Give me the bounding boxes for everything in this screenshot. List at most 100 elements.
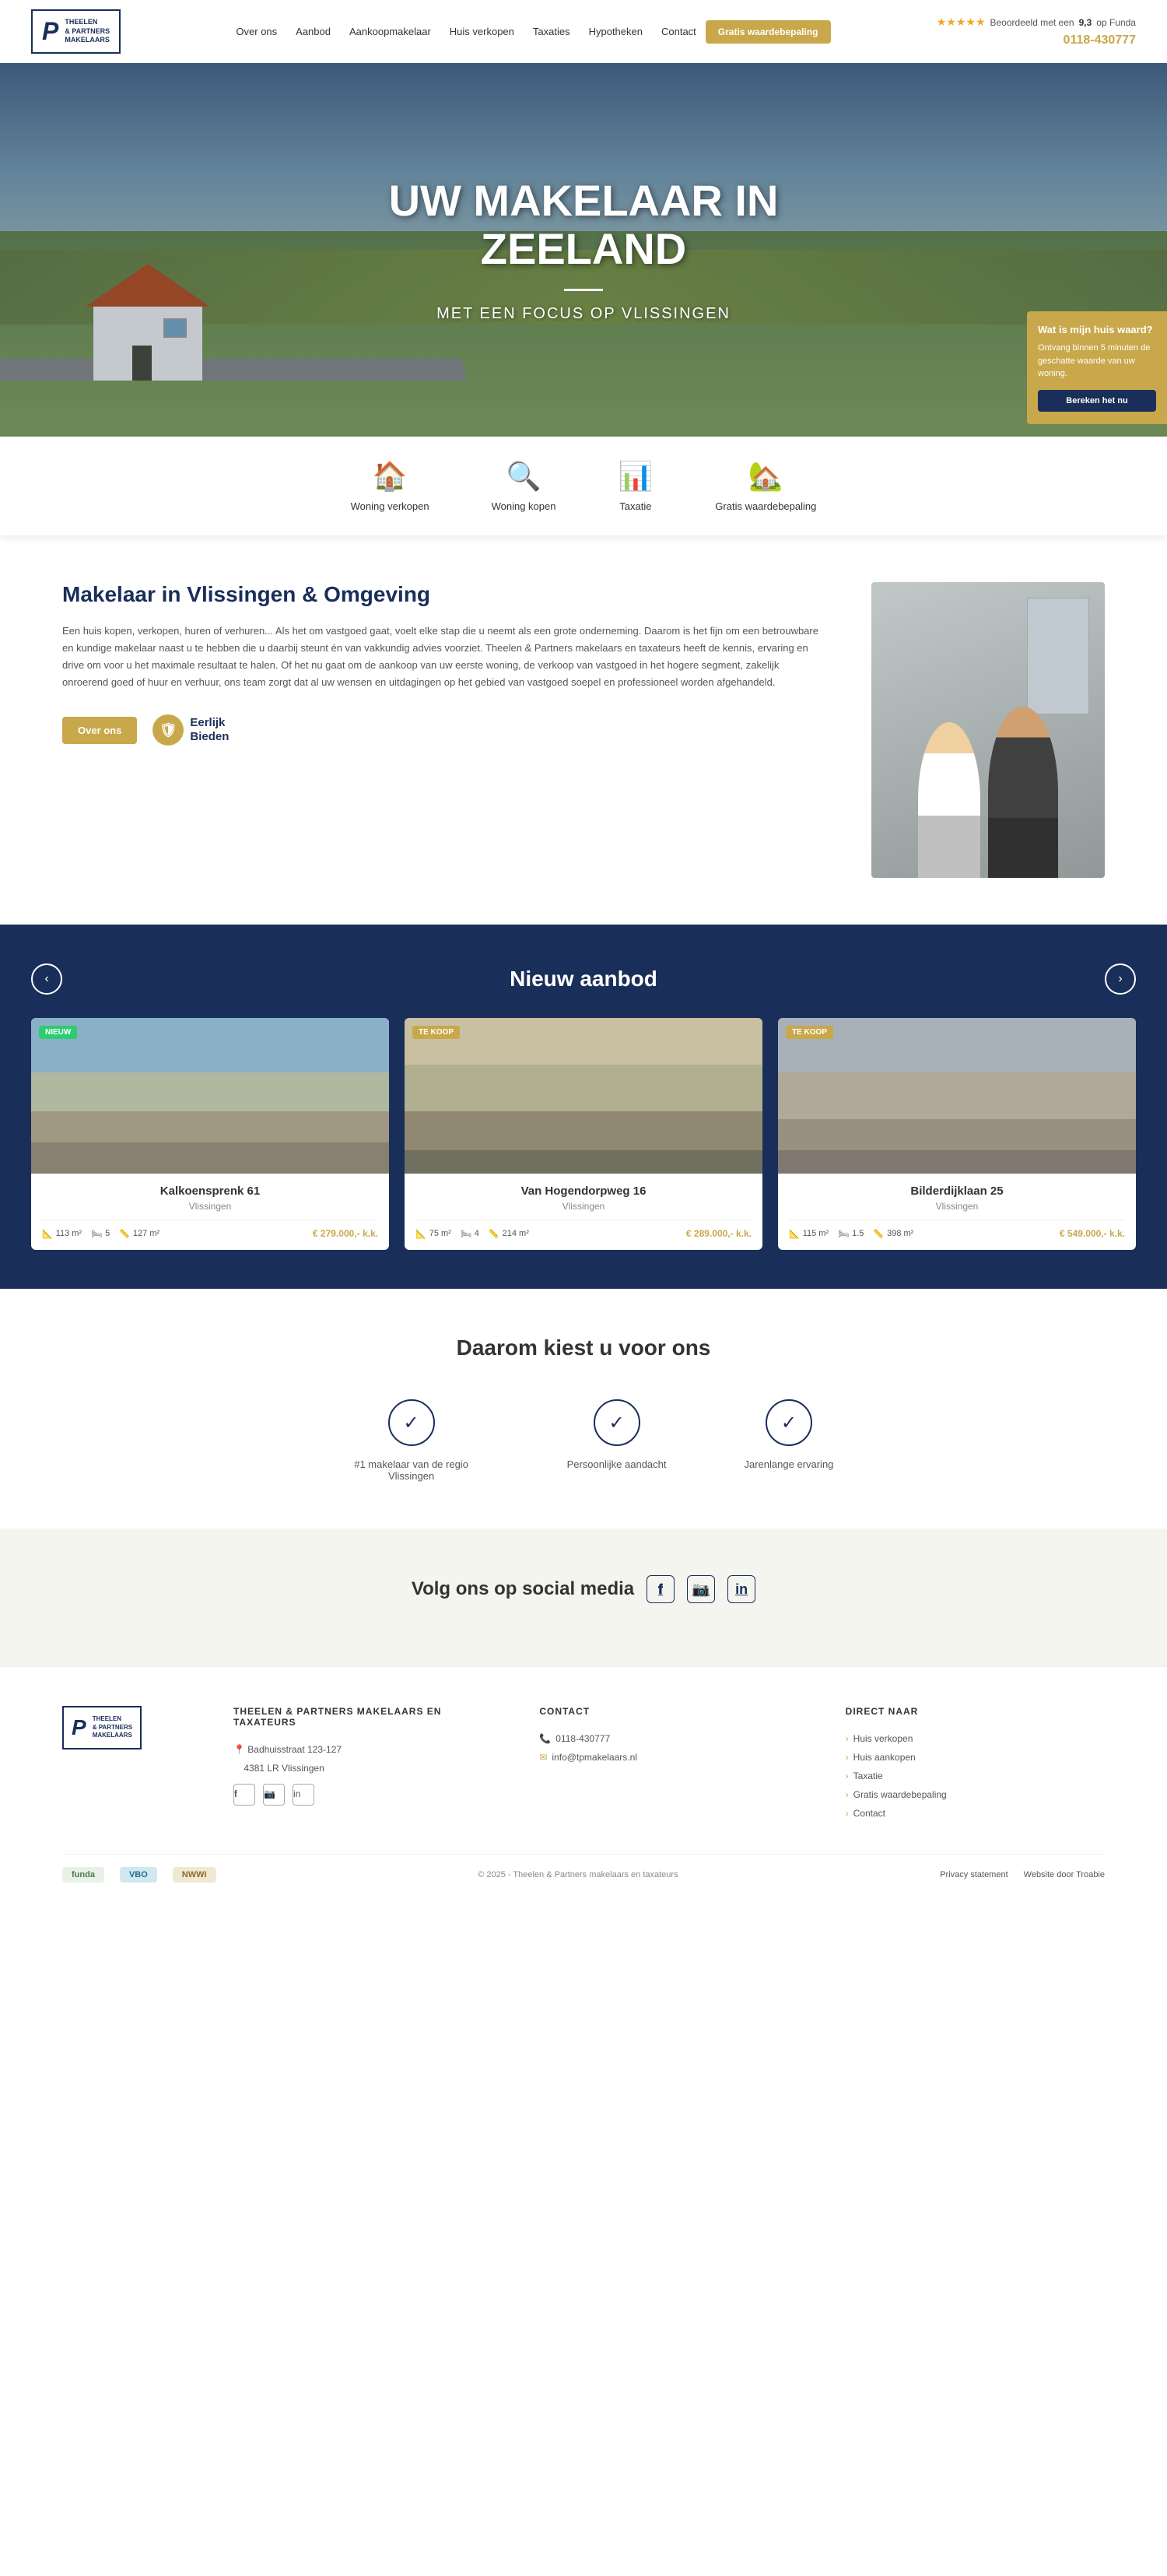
quicklink-woning-verkopen[interactable]: 🏠 Woning verkopen [351,460,429,512]
nwwi-badge: NWWI [173,1867,216,1883]
footer-direct-naar-title: DIRECT NAAR [846,1706,1105,1717]
over-ons-button[interactable]: Over ons [62,717,137,744]
quicklink-buy-label: Woning kopen [492,500,556,512]
footer-logo-box: P THEELEN & PARTNERS makelaars [62,1706,142,1750]
footer-link-waardebepaling[interactable]: Gratis waardebepaling [846,1785,1105,1804]
logo[interactable]: P THEELEN & PARTNERS makelaars [31,9,121,54]
spec-lot-1: 📏 127 m² [119,1229,159,1239]
spec-rooms-2: 🛏 4 [461,1229,479,1239]
instagram-icon[interactable]: 📷 [687,1575,715,1603]
nav-aankoopmakelaar[interactable]: Aankoopmakelaar [340,23,440,40]
carousel-prev-button[interactable]: ‹ [31,963,62,995]
nav-hypotheken[interactable]: Hypotheken [580,23,652,40]
spec-price-2: € 289.000,- k.k. [686,1228,752,1239]
property-card-2[interactable]: TE KOOP Van Hogendorpweg 16 Vlissingen 📐… [405,1018,762,1250]
hero-section: UW MAKELAAR IN ZEELAND MET EEN FOCUS OP … [0,63,1167,437]
property-card-3[interactable]: TE KOOP Bilderdijklaan 25 Vlissingen 📐 1… [778,1018,1136,1250]
property-card-1[interactable]: NIEUW Kalkoensprenk 61 Vlissingen 📐 113 … [31,1018,389,1250]
waarom-label-1: #1 makelaar van de regio Vlissingen [334,1458,489,1482]
privacy-statement-link[interactable]: Privacy statement [940,1870,1008,1879]
footer-bottom: funda VBO NWWI © 2025 - Theelen & Partne… [62,1854,1105,1883]
footer-contact-title: CONTACT [539,1706,798,1717]
footer-company-address: 📍 Badhuisstraat 123-127 4381 LR Vlissing… [233,1740,492,1778]
quicklink-waardebepaling-label: Gratis waardebepaling [715,500,816,512]
spec-rooms-3: 🛏 1.5 [838,1229,864,1239]
rating-score: 9,3 [1079,17,1092,28]
footer-logo-letter: P [72,1715,86,1740]
quicklink-waardebepaling[interactable]: 🏡 Gratis waardebepaling [715,460,816,512]
card-title-3: Bilderdijklaan 25 [789,1184,1125,1198]
about-section: Makelaar in Vlissingen & Omgeving Een hu… [0,535,1167,925]
website-credit-link[interactable]: Website door Troabie [1024,1870,1105,1879]
hero-divider [564,289,603,291]
waarom-item-1: ✓ #1 makelaar van de regio Vlissingen [334,1399,489,1482]
card-info-1: Kalkoensprenk 61 Vlissingen 📐 113 m² 🛏 5… [31,1174,389,1250]
nav-cta-button[interactable]: Gratis waardebepaling [706,20,831,44]
footer-linkedin-icon[interactable]: in [293,1784,314,1806]
card-badge-1: NIEUW [39,1026,77,1039]
nav-aanbod[interactable]: Aanbod [286,23,340,40]
eerlijk-bieden-label: EerlijkBieden [190,716,229,744]
nav-huis-verkopen[interactable]: Huis verkopen [440,23,524,40]
card-specs-3: 📐 115 m² 🛏 1.5 📏 398 m² € 549.000,- k.k. [789,1220,1125,1239]
nav-contact[interactable]: Contact [652,23,706,40]
quicklink-taxatie[interactable]: 📊 Taxatie [618,460,653,512]
card-city-2: Vlissingen [415,1201,752,1212]
card-badge-2: TE KOOP [412,1026,460,1039]
quicklink-woning-kopen[interactable]: 🔍 Woning kopen [492,460,556,512]
footer-link-huis-aankopen[interactable]: Huis aankopen [846,1748,1105,1767]
vbo-badge: VBO [120,1867,157,1883]
footer-phone: 📞0118-430777 [539,1729,798,1748]
phone-number[interactable]: 0118-430777 [1064,33,1136,47]
linkedin-icon[interactable]: in [727,1575,755,1603]
card-image-3: TE KOOP [778,1018,1136,1174]
logo-letter: P [42,17,58,46]
card-city-3: Vlissingen [789,1201,1125,1212]
facebook-icon[interactable]: 𝐟 [647,1575,675,1603]
rating-row: ★★★★★ Beoordeeld met een 9,3 op Funda [937,16,1136,29]
buy-house-icon: 🔍 [506,460,541,493]
hero-text: UW MAKELAAR IN ZEELAND MET EEN FOCUS OP … [0,63,1167,437]
taxatie-icon: 📊 [618,460,653,493]
waarom-item-3: ✓ Jarenlange ervaring [745,1399,834,1482]
quicklink-taxatie-label: Taxatie [619,500,651,512]
people-image [871,641,1105,878]
card-badge-3: TE KOOP [786,1026,833,1039]
about-text-block: Makelaar in Vlissingen & Omgeving Een hu… [62,582,825,746]
carousel-next-button[interactable]: › [1105,963,1136,995]
aanbod-title: Nieuw aanbod [62,967,1105,991]
waardebepaling-icon: 🏡 [748,460,783,493]
rating-platform: op Funda [1096,17,1136,28]
card-specs-2: 📐 75 m² 🛏 4 📏 214 m² € 289.000,- k.k. [415,1220,752,1239]
footer-link-huis-verkopen[interactable]: Huis verkopen [846,1729,1105,1748]
footer-facebook-icon[interactable]: 𝐟 [233,1784,255,1806]
spec-lot-3: 📏 398 m² [873,1229,913,1239]
spec-price-1: € 279.000,- k.k. [313,1228,378,1239]
header-right: ★★★★★ Beoordeeld met een 9,3 op Funda 01… [937,16,1136,47]
check-icon-3: ✓ [766,1399,812,1446]
about-image [871,582,1105,878]
rating-text: Beoordeeld met een [990,17,1074,28]
footer-company-title: THEELEN & PARTNERS MAKELAARS EN TAXATEUR… [233,1706,492,1728]
footer-link-taxatie[interactable]: Taxatie [846,1767,1105,1785]
social-title: Volg ons op social media 𝐟 📷 in [31,1575,1136,1603]
waarom-label-3: Jarenlange ervaring [745,1458,834,1470]
footer-instagram-icon[interactable]: 📷 [263,1784,285,1806]
footer-copyright: © 2025 - Theelen & Partners makelaars en… [478,1870,678,1879]
check-icon-1: ✓ [388,1399,435,1446]
sell-house-icon: 🏠 [373,460,408,493]
funda-badge: funda [62,1867,104,1883]
card-image-1: NIEUW [31,1018,389,1174]
spec-rooms-1: 🛏 5 [91,1229,110,1239]
aanbod-header: ‹ Nieuw aanbod › [31,963,1136,995]
widget-button[interactable]: Bereken het nu [1038,390,1156,412]
nav-over-ons[interactable]: Over ons [226,23,286,40]
nav-taxaties[interactable]: Taxaties [524,23,580,40]
hero-subtitle: MET EEN FOCUS OP VLISSINGEN [436,305,731,323]
footer-link-contact[interactable]: Contact [846,1804,1105,1823]
footer-bottom-links: Privacy statement Website door Troabie [940,1870,1105,1879]
about-body: Een huis kopen, verkopen, huren of verhu… [62,623,825,691]
footer-contact-col: CONTACT 📞0118-430777 ✉info@tpmakelaars.n… [539,1706,798,1823]
card-title-1: Kalkoensprenk 61 [42,1184,378,1198]
waarom-item-2: ✓ Persoonlijke aandacht [567,1399,667,1482]
